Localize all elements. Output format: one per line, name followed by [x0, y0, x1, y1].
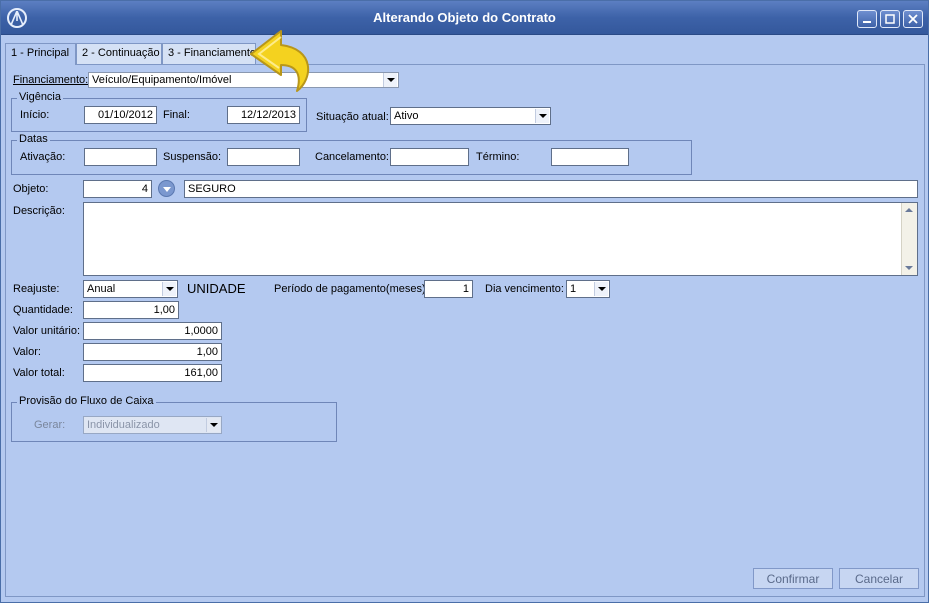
chevron-down-icon[interactable]: [162, 282, 176, 296]
inicio-field[interactable]: 01/10/2012: [84, 106, 157, 124]
datas-title: Datas: [17, 133, 50, 145]
reajuste-select[interactable]: Anual: [83, 280, 178, 298]
vencimento-label: Dia vencimento:: [485, 283, 564, 295]
suspensao-field[interactable]: [227, 148, 300, 166]
maximize-button[interactable]: [880, 10, 900, 28]
termino-label: Término:: [476, 151, 520, 163]
minimize-button[interactable]: [857, 10, 877, 28]
ativacao-field[interactable]: [84, 148, 157, 166]
ativacao-label: Ativação:: [20, 151, 66, 163]
vencimento-value: 1: [570, 283, 577, 295]
chevron-down-icon[interactable]: [535, 109, 549, 123]
scroll-down-icon[interactable]: [905, 266, 913, 270]
cancelamento-label: Cancelamento:: [315, 151, 389, 163]
situacao-label: Situação atual:: [316, 111, 389, 123]
reajuste-label: Reajuste:: [13, 283, 60, 295]
callout-arrow-icon: [250, 30, 310, 92]
objeto-code-field[interactable]: 4: [83, 180, 152, 198]
close-button[interactable]: [903, 10, 923, 28]
cancelar-button[interactable]: Cancelar: [839, 568, 919, 589]
quantidade-label: Quantidade:: [13, 304, 73, 316]
quantidade-field[interactable]: 1,00: [83, 301, 179, 319]
final-label: Final:: [163, 109, 190, 121]
provisao-group: Provisão do Fluxo de Caixa Gerar: Indivi…: [11, 395, 337, 442]
chevron-down-icon: [206, 418, 220, 432]
valor-total-label: Valor total:: [13, 367, 65, 379]
contract-object-window: Alterando Objeto do Contrato 1 - Princip…: [0, 0, 929, 603]
provisao-title: Provisão do Fluxo de Caixa: [17, 395, 156, 407]
termino-field[interactable]: [551, 148, 629, 166]
descricao-textarea[interactable]: [83, 202, 918, 276]
close-icon: [908, 14, 918, 24]
financiamento-label: Financiamento:: [13, 74, 89, 86]
financiamento-select[interactable]: Veículo/Equipamento/Imóvel: [88, 72, 399, 88]
vigencia-title: Vigência: [17, 91, 63, 103]
chevron-down-icon[interactable]: [383, 73, 397, 87]
datas-group: Datas Ativação: Suspensão: Cancelamento:…: [11, 133, 692, 175]
unit-label: UNIDADE: [187, 281, 246, 296]
inicio-label: Início:: [20, 109, 50, 121]
periodo-field[interactable]: 1: [424, 280, 473, 298]
valor-unitario-label: Valor unitário:: [13, 325, 81, 337]
periodo-label: Período de pagamento(meses):: [274, 283, 429, 295]
final-field[interactable]: 12/12/2013: [227, 106, 300, 124]
tab-financiamento[interactable]: 3 - Financiamento: [162, 43, 256, 64]
scroll-up-icon[interactable]: [905, 208, 913, 212]
gerar-value: Individualizado: [87, 419, 160, 431]
tab-principal[interactable]: 1 - Principal: [5, 43, 76, 65]
gerar-label: Gerar:: [34, 419, 66, 431]
vencimento-select[interactable]: 1: [566, 280, 610, 298]
descricao-label: Descrição:: [13, 205, 65, 217]
tab-continuacao[interactable]: 2 - Continuação: [76, 43, 162, 64]
confirmar-button[interactable]: Confirmar: [753, 568, 833, 589]
valor-label: Valor:: [13, 346, 41, 358]
reajuste-value: Anual: [87, 283, 116, 295]
financiamento-value: Veículo/Equipamento/Imóvel: [92, 74, 232, 86]
situacao-select[interactable]: Ativo: [390, 107, 551, 125]
objeto-label: Objeto:: [13, 183, 49, 195]
window-title: Alterando Objeto do Contrato: [373, 10, 556, 25]
title-bar[interactable]: Alterando Objeto do Contrato: [1, 1, 928, 35]
suspensao-label: Suspensão:: [163, 151, 222, 163]
cancelamento-field[interactable]: [390, 148, 469, 166]
gerar-select: Individualizado: [83, 416, 222, 434]
valor-unitario-field[interactable]: 1,0000: [83, 322, 222, 340]
objeto-lookup-icon[interactable]: [158, 180, 175, 197]
vigencia-group: Vigência Início: 01/10/2012 Final: 12/12…: [11, 91, 307, 132]
maximize-icon: [885, 14, 895, 24]
minimize-icon: [863, 21, 871, 23]
valor-total-field[interactable]: 161,00: [83, 364, 222, 382]
chevron-down-icon[interactable]: [594, 282, 608, 296]
objeto-name-field[interactable]: SEGURO: [184, 180, 918, 198]
descricao-scrollbar[interactable]: [901, 203, 917, 275]
valor-field[interactable]: 1,00: [83, 343, 222, 361]
situacao-value: Ativo: [394, 110, 419, 122]
tab-panel-principal: Financiamento: Veículo/Equipamento/Imóve…: [5, 64, 925, 597]
